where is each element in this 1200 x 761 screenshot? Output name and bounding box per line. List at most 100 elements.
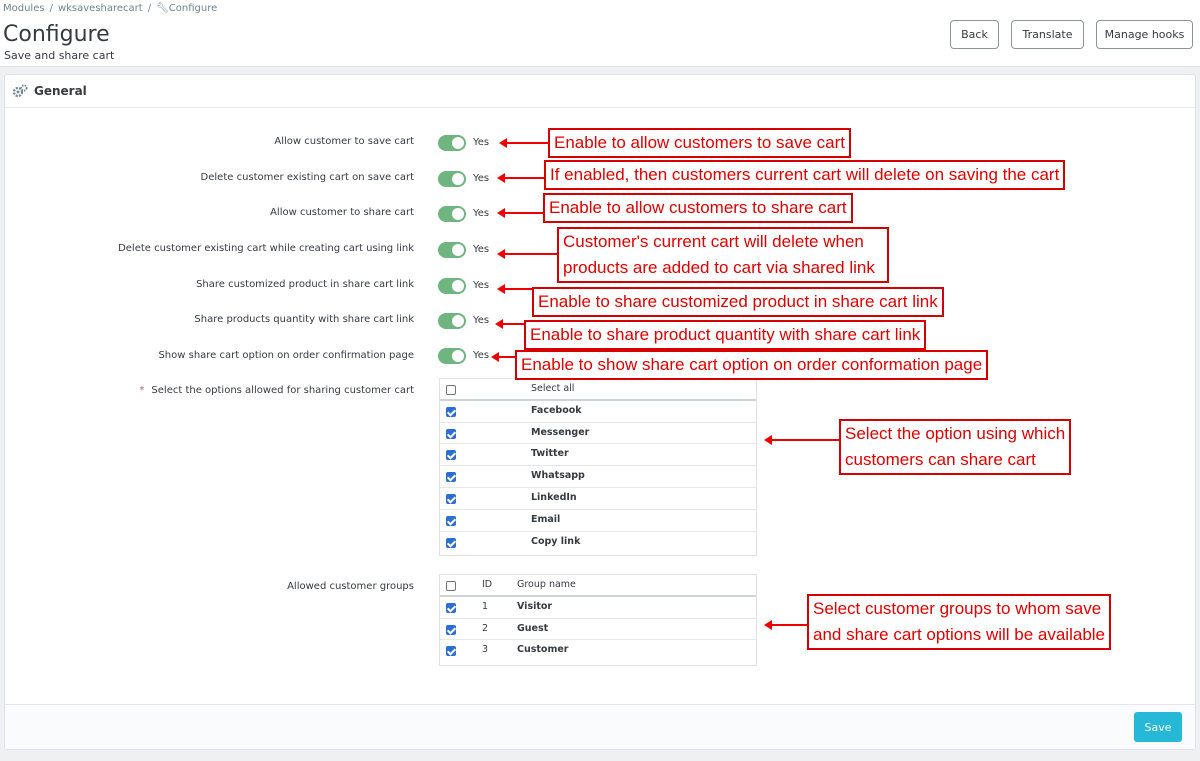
table-row: Email bbox=[440, 510, 756, 532]
column-group-name: Group name bbox=[517, 579, 576, 590]
group-id: 3 bbox=[482, 644, 489, 656]
column-id: ID bbox=[482, 579, 493, 590]
toggle-value: Yes bbox=[473, 173, 490, 184]
annotation-arrow bbox=[497, 208, 543, 218]
annotation-arrow bbox=[491, 352, 515, 362]
annotation-callout: Select the option using which customers … bbox=[839, 419, 1072, 475]
annotation-callout: Enable to share customized product in sh… bbox=[532, 287, 944, 317]
email-checkbox[interactable] bbox=[446, 515, 456, 526]
table-row: 2 Guest bbox=[440, 619, 756, 641]
option-whatsapp: Whatsapp bbox=[531, 470, 585, 482]
option-twitter: Twitter bbox=[531, 448, 569, 460]
table-row: 3 Customer bbox=[440, 640, 756, 662]
share-options-table: Select all Facebook Messenger Twitter Wh… bbox=[439, 378, 757, 556]
back-button[interactable]: Back bbox=[950, 20, 999, 49]
option-linkedin: LinkedIn bbox=[531, 491, 577, 503]
annotation-line: products are added to cart via shared li… bbox=[563, 258, 875, 277]
panel-title: General bbox=[34, 84, 87, 98]
group-name: Visitor bbox=[517, 600, 553, 612]
setting-label-save-cart: Allow customer to save cart bbox=[274, 136, 414, 147]
save-button[interactable]: Save bbox=[1134, 712, 1182, 742]
annotation-line: Customer's current cart will delete when bbox=[563, 232, 864, 251]
whatsapp-checkbox[interactable] bbox=[446, 472, 456, 483]
customer-groups-table: ID Group name 1 Visitor 2 Guest 3 Customer bbox=[439, 574, 757, 666]
panel-heading: General bbox=[5, 75, 1195, 108]
toggle-share-cart[interactable] bbox=[438, 206, 466, 222]
annotation-arrow bbox=[497, 249, 558, 259]
setting-label-delete-on-save: Delete customer existing cart on save ca… bbox=[200, 172, 414, 183]
toggle-value: Yes bbox=[473, 208, 490, 219]
toggle-order-confirmation[interactable] bbox=[438, 348, 466, 364]
annotation-callout: Enable to allow customers to share cart bbox=[543, 193, 853, 223]
table-row: Twitter bbox=[440, 444, 756, 467]
copy-link-checkbox[interactable] bbox=[446, 537, 456, 548]
messenger-checkbox[interactable] bbox=[446, 428, 456, 439]
option-copy-link: Copy link bbox=[531, 535, 581, 547]
breadcrumb-modules[interactable]: Modules bbox=[3, 3, 45, 14]
select-all-checkbox[interactable] bbox=[446, 385, 456, 395]
toggle-share-quantity[interactable] bbox=[438, 313, 466, 329]
toggle-delete-on-link[interactable] bbox=[438, 242, 466, 258]
option-messenger: Messenger bbox=[531, 426, 590, 438]
page-subtitle: Save and share cart bbox=[4, 49, 115, 62]
manage-hooks-button[interactable]: Manage hooks bbox=[1096, 20, 1193, 49]
toggle-share-customized[interactable] bbox=[438, 278, 466, 294]
annotation-line: and share cart options will be available bbox=[813, 625, 1106, 644]
cogs-icon bbox=[12, 84, 28, 98]
wrench-icon: 🔧︎ bbox=[156, 3, 169, 14]
customer-groups-label: Allowed customer groups bbox=[287, 581, 414, 592]
facebook-checkbox[interactable] bbox=[446, 406, 456, 417]
setting-label-share-customized: Share customized product in share cart l… bbox=[196, 279, 414, 290]
toggle-save-cart[interactable] bbox=[438, 135, 466, 151]
breadcrumb-current: Configure bbox=[168, 3, 218, 14]
toggle-value: Yes bbox=[473, 280, 490, 291]
breadcrumb: Modules / wksavesharecart / 🔧︎Configure bbox=[3, 3, 218, 14]
toggle-value: Yes bbox=[473, 244, 490, 255]
annotation-callout: Enable to allow customers to save cart bbox=[548, 128, 852, 158]
share-options-label: * Select the options allowed for sharing … bbox=[139, 385, 414, 396]
annotation-arrow bbox=[764, 620, 808, 630]
annotation-callout: Enable to share product quantity with sh… bbox=[524, 320, 927, 350]
group-id: 1 bbox=[482, 600, 489, 612]
required-mark: * bbox=[139, 385, 145, 396]
annotation-callout: Select customer groups to whom save and … bbox=[807, 594, 1112, 650]
breadcrumb-module[interactable]: wksavesharecart bbox=[58, 3, 143, 14]
annotation-callout: Customer's current cart will delete when… bbox=[557, 227, 889, 283]
linkedin-checkbox[interactable] bbox=[446, 493, 456, 504]
annotation-arrow bbox=[499, 138, 549, 148]
annotation-line: customers can share cart bbox=[845, 450, 1036, 469]
setting-label-share-cart: Allow customer to share cart bbox=[270, 207, 414, 218]
group-checkbox[interactable] bbox=[446, 624, 456, 635]
annotation-line: Select customer groups to whom save bbox=[813, 599, 1102, 618]
setting-label-order-confirmation: Show share cart option on order confirma… bbox=[158, 350, 414, 361]
table-row: Whatsapp bbox=[440, 466, 756, 488]
toggle-value: Yes bbox=[473, 350, 490, 361]
page-header: Modules / wksavesharecart / 🔧︎Configure Conf… bbox=[0, 0, 1200, 67]
share-options-label-text: Select the options allowed for sharing c… bbox=[151, 385, 414, 396]
annotation-line: Select the option using which bbox=[845, 424, 1066, 443]
annotation-arrow bbox=[497, 173, 545, 183]
translate-button[interactable]: Translate bbox=[1011, 20, 1084, 49]
group-checkbox[interactable] bbox=[446, 646, 456, 657]
toggle-delete-on-save[interactable] bbox=[438, 171, 466, 187]
option-facebook: Facebook bbox=[531, 404, 582, 416]
group-id: 2 bbox=[482, 622, 489, 634]
table-row: Messenger bbox=[440, 423, 756, 445]
annotation-arrow bbox=[497, 284, 533, 294]
annotation-arrow bbox=[764, 435, 840, 445]
page-title: Configure bbox=[3, 22, 110, 47]
annotation-callout: If enabled, then customers current cart … bbox=[544, 160, 1066, 190]
table-row: LinkedIn bbox=[440, 488, 756, 510]
table-row: 1 Visitor bbox=[440, 597, 756, 619]
setting-label-delete-on-link: Delete customer existing cart while crea… bbox=[118, 243, 414, 254]
toggle-value: Yes bbox=[473, 137, 490, 148]
twitter-checkbox[interactable] bbox=[446, 450, 456, 461]
annotation-callout: Enable to show share cart option on orde… bbox=[515, 350, 989, 380]
toggle-value: Yes bbox=[473, 315, 490, 326]
select-all-groups-checkbox[interactable] bbox=[446, 581, 456, 591]
group-checkbox[interactable] bbox=[446, 602, 456, 613]
table-header: Select all bbox=[440, 379, 756, 401]
option-email: Email bbox=[531, 513, 561, 525]
setting-label-share-quantity: Share products quantity with share cart … bbox=[194, 314, 414, 325]
annotation-arrow bbox=[495, 319, 525, 329]
